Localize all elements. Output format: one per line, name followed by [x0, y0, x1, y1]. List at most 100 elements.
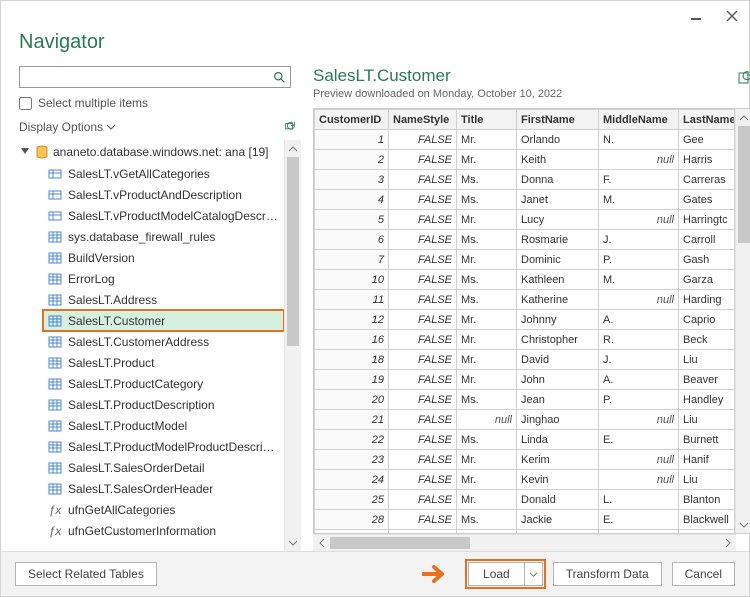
- tree-scrollbar[interactable]: [284, 140, 301, 551]
- table-cell[interactable]: 2: [315, 150, 389, 170]
- table-cell[interactable]: Gates: [679, 190, 735, 210]
- table-cell[interactable]: FALSE: [389, 150, 457, 170]
- scroll-down-icon[interactable]: [285, 534, 301, 551]
- tree-node[interactable]: SalesLT.ProductModelProductDescription: [43, 436, 284, 457]
- table-cell[interactable]: A.: [599, 370, 679, 390]
- table-cell[interactable]: Carreras: [679, 170, 735, 190]
- table-cell[interactable]: 19: [315, 370, 389, 390]
- table-cell[interactable]: FALSE: [389, 130, 457, 150]
- table-row[interactable]: 12FALSEMr.JohnnyA.Caprio: [315, 310, 735, 330]
- table-cell[interactable]: Beck: [679, 330, 735, 350]
- table-cell[interactable]: Bryan: [517, 530, 599, 534]
- table-row[interactable]: 24FALSEMr.KevinnullLiu: [315, 470, 735, 490]
- table-cell[interactable]: L.: [599, 490, 679, 510]
- table-cell[interactable]: Mr.: [457, 490, 517, 510]
- tree-view[interactable]: ananeto.database.windows.net: ana [19] S…: [15, 140, 284, 551]
- table-cell[interactable]: null: [599, 530, 679, 534]
- transform-data-button[interactable]: Transform Data: [553, 562, 662, 586]
- search-icon[interactable]: [268, 71, 290, 84]
- table-cell[interactable]: Mr.: [457, 370, 517, 390]
- table-row[interactable]: 29FALSEMr.BryannullHamilton: [315, 530, 735, 534]
- table-cell[interactable]: Lucy: [517, 210, 599, 230]
- table-row[interactable]: 10FALSEMs.KathleenM.Garza: [315, 270, 735, 290]
- table-cell[interactable]: Carroll: [679, 230, 735, 250]
- table-cell[interactable]: Blackwell: [679, 510, 735, 530]
- table-cell[interactable]: Rosmarie: [517, 230, 599, 250]
- table-cell[interactable]: Hamilton: [679, 530, 735, 534]
- table-cell[interactable]: FALSE: [389, 430, 457, 450]
- column-header[interactable]: LastName: [679, 110, 735, 130]
- table-cell[interactable]: 12: [315, 310, 389, 330]
- table-cell[interactable]: 4: [315, 190, 389, 210]
- table-row[interactable]: 21FALSEnullJinghaonullLiu: [315, 410, 735, 430]
- table-cell[interactable]: 11: [315, 290, 389, 310]
- table-cell[interactable]: J.: [599, 230, 679, 250]
- table-cell[interactable]: 28: [315, 510, 389, 530]
- table-cell[interactable]: J.: [599, 350, 679, 370]
- table-cell[interactable]: Jean: [517, 390, 599, 410]
- table-row[interactable]: 16FALSEMr.ChristopherR.Beck: [315, 330, 735, 350]
- table-cell[interactable]: 1: [315, 130, 389, 150]
- table-cell[interactable]: Mr.: [457, 130, 517, 150]
- table-cell[interactable]: 23: [315, 450, 389, 470]
- table-row[interactable]: 23FALSEMr.KerimnullHanif: [315, 450, 735, 470]
- table-cell[interactable]: Ms.: [457, 270, 517, 290]
- tree-node[interactable]: ErrorLog: [43, 268, 284, 289]
- cancel-button[interactable]: Cancel: [672, 562, 735, 586]
- table-cell[interactable]: Harringtc: [679, 210, 735, 230]
- search-input[interactable]: [20, 68, 268, 86]
- table-row[interactable]: 25FALSEMr.DonaldL.Blanton: [315, 490, 735, 510]
- table-cell[interactable]: Orlando: [517, 130, 599, 150]
- table-cell[interactable]: FALSE: [389, 230, 457, 250]
- table-cell[interactable]: Ms.: [457, 510, 517, 530]
- preview-refresh-icon[interactable]: [737, 66, 750, 86]
- grid-hscroll-thumb[interactable]: [330, 537, 470, 549]
- table-cell[interactable]: John: [517, 370, 599, 390]
- table-cell[interactable]: Dominic: [517, 250, 599, 270]
- table-cell[interactable]: 16: [315, 330, 389, 350]
- table-cell[interactable]: FALSE: [389, 410, 457, 430]
- table-cell[interactable]: Liu: [679, 350, 735, 370]
- table-cell[interactable]: FALSE: [389, 450, 457, 470]
- table-row[interactable]: 19FALSEMr.JohnA.Beaver: [315, 370, 735, 390]
- search-box[interactable]: [19, 66, 291, 88]
- table-cell[interactable]: FALSE: [389, 530, 457, 534]
- table-cell[interactable]: Christopher: [517, 330, 599, 350]
- table-cell[interactable]: 29: [315, 530, 389, 534]
- table-cell[interactable]: Mr.: [457, 470, 517, 490]
- table-cell[interactable]: null: [599, 210, 679, 230]
- table-cell[interactable]: Jinghao: [517, 410, 599, 430]
- table-cell[interactable]: FALSE: [389, 250, 457, 270]
- table-cell[interactable]: E.: [599, 510, 679, 530]
- tree-scroll-thumb[interactable]: [287, 157, 299, 346]
- table-cell[interactable]: David: [517, 350, 599, 370]
- table-cell[interactable]: P.: [599, 250, 679, 270]
- table-cell[interactable]: F.: [599, 170, 679, 190]
- table-row[interactable]: 22FALSEMs.LindaE.Burnett: [315, 430, 735, 450]
- preview-table[interactable]: CustomerIDNameStyleTitleFirstNameMiddleN…: [314, 109, 735, 533]
- table-cell[interactable]: Liu: [679, 410, 735, 430]
- table-cell[interactable]: M.: [599, 270, 679, 290]
- table-cell[interactable]: Keith: [517, 150, 599, 170]
- table-cell[interactable]: null: [599, 450, 679, 470]
- tree-node[interactable]: SalesLT.vProductModelCatalogDescription: [43, 205, 284, 226]
- table-cell[interactable]: P.: [599, 390, 679, 410]
- table-cell[interactable]: Mr.: [457, 330, 517, 350]
- table-cell[interactable]: FALSE: [389, 390, 457, 410]
- tree-node[interactable]: SalesLT.Address: [43, 289, 284, 310]
- minimize-button[interactable]: [687, 7, 705, 25]
- tree-node[interactable]: SalesLT.ProductDescription: [43, 394, 284, 415]
- select-related-tables-button[interactable]: Select Related Tables: [15, 562, 157, 586]
- table-cell[interactable]: Garza: [679, 270, 735, 290]
- table-cell[interactable]: Mr.: [457, 150, 517, 170]
- table-row[interactable]: 1FALSEMr.OrlandoN.Gee: [315, 130, 735, 150]
- tree-node[interactable]: ƒxufnGetAllCategories: [43, 499, 284, 520]
- tree-node[interactable]: SalesLT.SalesOrderDetail: [43, 457, 284, 478]
- table-row[interactable]: 20FALSEMs.JeanP.Handley: [315, 390, 735, 410]
- table-cell[interactable]: FALSE: [389, 170, 457, 190]
- close-button[interactable]: [723, 7, 741, 25]
- table-cell[interactable]: null: [599, 470, 679, 490]
- table-row[interactable]: 18FALSEMr.DavidJ.Liu: [315, 350, 735, 370]
- table-row[interactable]: 2FALSEMr.KeithnullHarris: [315, 150, 735, 170]
- tree-node[interactable]: SalesLT.vGetAllCategories: [43, 163, 284, 184]
